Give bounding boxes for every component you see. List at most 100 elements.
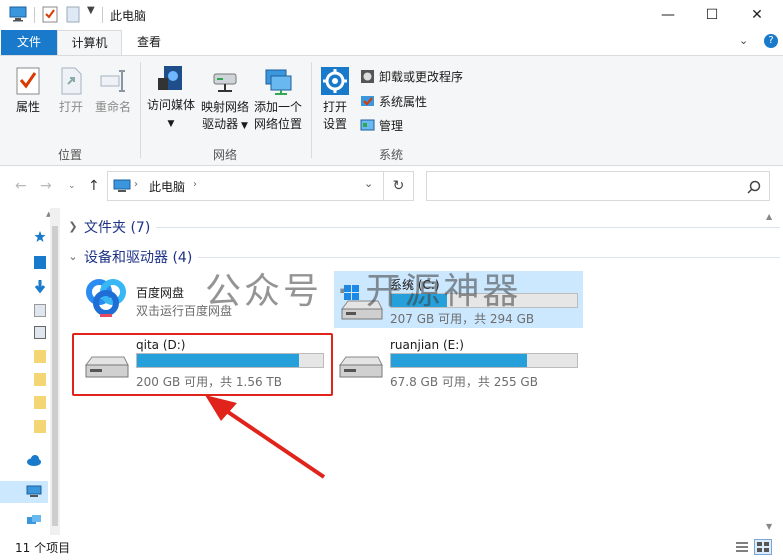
uninstall-label: 卸载或更改程序 <box>379 70 464 84</box>
large-icons-view-icon <box>757 542 769 552</box>
qat-divider-2 <box>102 7 103 23</box>
minimize-button[interactable]: — <box>645 0 691 30</box>
search-input[interactable] <box>426 171 770 201</box>
section-divider <box>198 257 780 258</box>
gear-icon <box>321 67 349 95</box>
folder-icon[interactable] <box>34 420 46 433</box>
folders-section-header[interactable]: ❯ 文件夹 (7) <box>64 214 780 239</box>
breadcrumb-separator-icon[interactable]: › <box>193 179 197 190</box>
pictures-icon[interactable] <box>34 326 46 339</box>
rename-label: 重命名 <box>94 100 131 114</box>
folder-icon[interactable] <box>34 373 46 386</box>
back-arrow-icon[interactable]: ← <box>15 178 27 194</box>
new-folder-icon[interactable] <box>66 6 80 23</box>
group-system-label: 系统 <box>378 148 403 162</box>
add-network-location-button[interactable]: 添加一个 网络位置 <box>252 66 304 133</box>
breadcrumb-separator-icon[interactable]: › <box>134 179 138 190</box>
network-location-icon <box>265 69 292 95</box>
nav-scrollbar-thumb[interactable] <box>52 226 58 526</box>
documents-icon[interactable] <box>34 304 46 317</box>
group-network-label: 网络 <box>212 148 237 162</box>
system-properties-button[interactable]: 系统属性 <box>360 93 427 110</box>
open-settings-label-2: 设置 <box>322 117 347 131</box>
chevron-right-icon: ❯ <box>68 220 78 233</box>
uninstall-button[interactable]: 卸载或更改程序 <box>360 68 463 85</box>
group-divider <box>311 62 312 158</box>
open-settings-button[interactable]: 打开 设置 <box>318 66 352 133</box>
devices-section-title: 设备和驱动器 (4) <box>84 249 193 266</box>
content-scroll-up-icon[interactable]: ▲ <box>766 212 772 221</box>
rename-button[interactable]: 重命名 <box>92 66 134 116</box>
uninstall-icon <box>361 70 374 83</box>
properties-label: 属性 <box>15 100 40 114</box>
close-button[interactable]: ✕ <box>734 0 780 30</box>
system-properties-label: 系统属性 <box>379 95 428 109</box>
open-label: 打开 <box>58 100 83 114</box>
qat-dropdown-icon[interactable]: ▼ <box>87 5 95 16</box>
add-network-label-1: 添加一个 <box>253 100 302 114</box>
up-arrow-icon[interactable]: ↑ <box>88 178 100 194</box>
address-dropdown-icon[interactable]: ⌄ <box>364 177 373 190</box>
drive-tile-e[interactable]: ruanjian (E:) 67.8 GB 可用，共 255 GB <box>334 335 583 392</box>
this-pc-icon[interactable] <box>9 6 27 22</box>
large-icons-view-button[interactable] <box>754 539 772 555</box>
hard-drive-icon <box>339 356 383 378</box>
search-icon[interactable] <box>747 180 761 194</box>
manage-label: 管理 <box>379 119 404 133</box>
drive-usage-fill <box>391 354 527 367</box>
access-media-button[interactable]: 访问媒体 ▼ <box>145 64 197 133</box>
group-location-label: 位置 <box>57 148 82 162</box>
folders-section-title: 文件夹 (7) <box>84 219 151 236</box>
manage-icon <box>360 119 375 131</box>
recent-dropdown-icon[interactable]: ⌄ <box>68 181 76 191</box>
title-bar: ▼ 此电脑 — ☐ ✕ <box>0 0 783 30</box>
baidu-netdisk-icon <box>86 279 126 317</box>
breadcrumb-this-pc[interactable]: 此电脑 <box>149 178 185 195</box>
ribbon: 属性 打开 重命名 位置 访问媒体 ▼ 映射网络 驱动器 ▼ 添加一个 网络位置… <box>0 55 783 166</box>
open-button[interactable]: 打开 <box>54 66 88 116</box>
network-icon[interactable] <box>26 514 42 527</box>
maximize-button[interactable]: ☐ <box>689 0 735 30</box>
map-drive-button[interactable]: 映射网络 驱动器 ▼ <box>199 66 251 135</box>
watermark-text: 公众号 · 开源神器 <box>205 271 522 312</box>
properties-icon <box>16 67 40 95</box>
this-pc-icon <box>113 179 131 192</box>
content-scroll-down-icon[interactable]: ▼ <box>766 522 772 531</box>
this-pc-icon <box>26 485 42 497</box>
tab-computer[interactable]: 计算机 <box>57 30 122 55</box>
rename-icon <box>100 70 125 92</box>
item-count: 11 个项目 <box>15 541 71 555</box>
chevron-down-icon: ⌄ <box>68 250 78 263</box>
drive-name: ruanjian (E:) <box>390 338 464 352</box>
drive-name: 百度网盘 <box>136 286 185 300</box>
tab-file[interactable]: 文件 <box>1 30 57 55</box>
map-drive-label-1: 映射网络 <box>200 100 249 114</box>
desktop-icon[interactable] <box>34 256 46 269</box>
forward-arrow-icon[interactable]: → <box>40 178 52 194</box>
group-divider <box>140 62 141 158</box>
details-view-icon[interactable] <box>735 541 749 553</box>
section-divider <box>156 227 780 228</box>
map-drive-dropdown-icon: ▼ <box>238 121 248 131</box>
downloads-icon[interactable] <box>34 280 46 293</box>
address-bar[interactable]: › 此电脑 › ⌄ <box>107 171 384 201</box>
drive-usage-bar <box>390 353 578 368</box>
folder-icon[interactable] <box>34 350 46 363</box>
refresh-button[interactable]: ↻ <box>384 171 414 201</box>
properties-check-icon[interactable] <box>42 6 58 23</box>
properties-button[interactable]: 属性 <box>11 66 45 116</box>
folder-icon[interactable] <box>34 396 46 409</box>
quick-access-star-icon[interactable] <box>34 230 46 243</box>
open-icon <box>61 67 82 95</box>
manage-button[interactable]: 管理 <box>360 117 403 134</box>
tab-view[interactable]: 查看 <box>125 30 173 55</box>
ribbon-tabs: 文件 计算机 查看 ⌄ ? <box>0 30 783 55</box>
status-bar: 11 个项目 <box>0 535 783 560</box>
system-properties-icon <box>361 96 374 106</box>
map-drive-label-2: 驱动器 <box>202 117 239 131</box>
add-network-label-2: 网络位置 <box>253 117 302 131</box>
ribbon-expand-icon[interactable]: ⌄ <box>739 34 748 47</box>
onedrive-cloud-icon[interactable] <box>26 454 42 467</box>
open-settings-label-1: 打开 <box>322 100 347 114</box>
help-icon[interactable]: ? <box>764 34 778 48</box>
